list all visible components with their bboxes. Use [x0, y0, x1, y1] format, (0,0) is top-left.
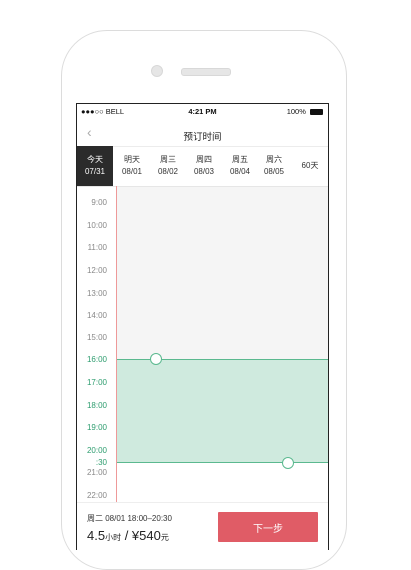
- hour-label: 22:00: [86, 491, 107, 500]
- hour-label: 10:00: [86, 221, 107, 230]
- nav-bar: ‹ 预订时间: [77, 120, 328, 147]
- hour-label: 21:00: [86, 468, 107, 477]
- app-screen: ●●●○○ BELL 4:21 PM 100% ‹ 预订时间 今天 07/31 …: [76, 103, 329, 550]
- hour-label: 16:00: [86, 355, 107, 364]
- day-tab[interactable]: 周六 08/05: [258, 146, 290, 186]
- hour-label: 15:00: [86, 333, 107, 342]
- battery-percent: 100%: [286, 107, 306, 116]
- price-separator: / ¥: [121, 528, 140, 543]
- battery-status: 100%: [287, 107, 323, 116]
- hour-label: 19:00: [86, 423, 107, 432]
- day-tab[interactable]: 周五 08/04: [222, 146, 258, 186]
- hour-label: 13:00: [86, 289, 107, 298]
- next-step-button[interactable]: 下一步: [218, 512, 318, 542]
- price-unit: 元: [160, 533, 169, 542]
- hour-label: 17:00: [86, 378, 107, 387]
- hour-label: 18:00: [86, 401, 107, 410]
- hour-label: 12:00: [86, 266, 107, 275]
- hours-unit: 小时: [105, 533, 122, 542]
- day-selector: 今天 07/31 明天 08/01 周三 08/02 周四 08/03 周五 0…: [77, 146, 328, 187]
- status-bar: ●●●○○ BELL 4:21 PM 100%: [77, 104, 328, 119]
- booking-price: 4.5小时 / ¥540元: [87, 528, 169, 543]
- day-weekday: 周四: [196, 155, 212, 164]
- range-end-handle[interactable]: [282, 457, 294, 469]
- range-start-handle[interactable]: [150, 353, 162, 365]
- earpiece-speaker: [181, 68, 231, 76]
- selected-time-range[interactable]: [117, 359, 328, 463]
- day-weekday: 60天: [301, 161, 319, 170]
- day-tab[interactable]: 明天 08/01: [114, 146, 150, 186]
- front-camera: [151, 65, 163, 77]
- day-date: 08/05: [263, 167, 285, 176]
- hour-label: :30: [95, 458, 107, 467]
- day-weekday: 今天: [87, 155, 103, 164]
- hour-label: 14:00: [86, 311, 107, 320]
- day-weekday: 周六: [266, 155, 282, 164]
- booking-footer: 周二 08/01 18:00–20:30 4.5小时 / ¥540元 下一步: [77, 502, 328, 550]
- day-weekday: 周五: [232, 155, 248, 164]
- hour-label: 11:00: [87, 243, 107, 252]
- page-title: 预订时间: [183, 132, 222, 143]
- day-weekday: 明天: [124, 155, 140, 164]
- hour-label: 9:00: [91, 198, 107, 207]
- battery-icon: [310, 109, 323, 116]
- day-date: 08/02: [157, 167, 179, 176]
- day-date: 08/04: [229, 167, 251, 176]
- booking-summary: 周二 08/01 18:00–20:30: [87, 514, 172, 523]
- day-date: 07/31: [84, 167, 106, 176]
- hour-label: 20:00: [86, 446, 107, 455]
- day-tab-60-days[interactable]: 60天: [291, 146, 328, 186]
- day-date: 08/03: [193, 167, 215, 176]
- day-date: 08/01: [121, 167, 143, 176]
- day-tab[interactable]: 周四 08/03: [186, 146, 222, 186]
- day-tab[interactable]: 周三 08/02: [150, 146, 186, 186]
- price-value: 540: [139, 528, 161, 543]
- hours-value: 4.5: [87, 528, 106, 543]
- day-tab-today[interactable]: 今天 07/31: [77, 146, 113, 186]
- day-weekday: 周三: [160, 155, 176, 164]
